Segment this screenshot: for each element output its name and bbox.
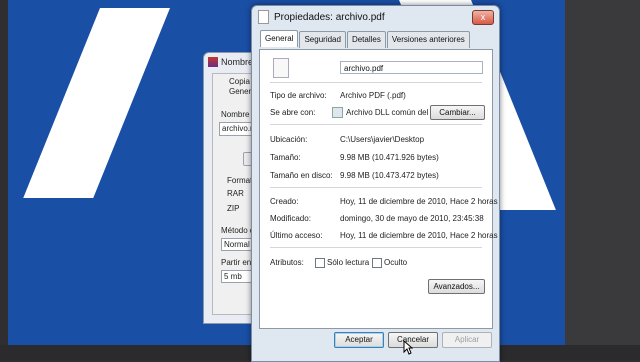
change-button[interactable]: Cambiar... bbox=[430, 105, 485, 120]
cancel-button[interactable]: Cancelar bbox=[388, 332, 438, 348]
hidden-checkbox[interactable] bbox=[372, 258, 382, 268]
readonly-checkbox[interactable] bbox=[315, 258, 325, 268]
archive-split-value: 5 mb bbox=[224, 272, 242, 281]
attributes-label: Atributos: bbox=[270, 258, 304, 267]
disk-size-label: Tamaño en disco: bbox=[270, 171, 333, 180]
hidden-label[interactable]: Oculto bbox=[384, 258, 407, 267]
opens-with-value: Archivo DLL común del bbox=[346, 108, 429, 117]
advanced-button[interactable]: Avanzados... bbox=[428, 279, 485, 294]
readonly-label[interactable]: Sólo lectura bbox=[327, 258, 369, 267]
general-tab-panel: archivo.pdf Tipo de archivo: Archivo PDF… bbox=[259, 49, 498, 329]
opens-with-label: Se abre con: bbox=[270, 108, 316, 117]
last-accessed-label: Último acceso: bbox=[270, 231, 323, 240]
archive-split-label: Partir en bbox=[221, 258, 252, 267]
modified-value: domingo, 30 de mayo de 2010, 23:45:38 bbox=[340, 214, 484, 223]
archive-format-zip[interactable]: ZIP bbox=[227, 204, 239, 213]
close-button[interactable]: x bbox=[472, 10, 494, 25]
divider bbox=[270, 82, 482, 83]
archive-tab-copy[interactable]: Copia bbox=[229, 77, 250, 86]
archive-dialog-title: Nombre bbox=[221, 57, 254, 67]
tab-general[interactable]: General bbox=[260, 30, 299, 47]
file-name-input[interactable]: archivo.pdf bbox=[340, 61, 483, 74]
archive-format-rar[interactable]: RAR bbox=[227, 189, 244, 198]
location-label: Ubicación: bbox=[270, 135, 308, 144]
disk-size-value: 9.98 MB (10.473.472 bytes) bbox=[340, 171, 439, 180]
document-icon bbox=[258, 10, 269, 24]
archive-method-label: Método d bbox=[221, 226, 255, 235]
tab-details[interactable]: Detalles bbox=[346, 31, 386, 48]
divider bbox=[270, 124, 482, 125]
tab-previous-versions[interactable]: Versiones anteriores bbox=[386, 31, 470, 48]
modified-label: Modificado: bbox=[270, 214, 311, 223]
created-label: Creado: bbox=[270, 197, 299, 206]
tab-bar: General Seguridad Detalles Versiones ant… bbox=[260, 30, 470, 48]
dialog-footer: Aceptar Cancelar Aplicar bbox=[252, 328, 499, 361]
mouse-cursor-icon bbox=[403, 340, 413, 355]
tab-security[interactable]: Seguridad bbox=[299, 31, 346, 48]
application-icon bbox=[332, 107, 343, 118]
winrar-icon bbox=[208, 57, 218, 67]
archive-name-value: archivo.r bbox=[222, 124, 253, 133]
file-type-value: Archivo PDF (.pdf) bbox=[340, 91, 406, 100]
divider bbox=[270, 247, 482, 248]
created-value: Hoy, 11 de diciembre de 2010, Hace 2 hor… bbox=[340, 197, 498, 206]
archive-method-value: Normal bbox=[224, 240, 250, 249]
properties-titlebar[interactable]: Propiedades: archivo.pdf bbox=[252, 6, 499, 28]
last-accessed-value: Hoy, 11 de diciembre de 2010, Hace 2 hor… bbox=[340, 231, 498, 240]
pdf-file-icon bbox=[273, 58, 289, 78]
apply-button[interactable]: Aplicar bbox=[442, 332, 492, 348]
accept-button[interactable]: Aceptar bbox=[334, 332, 384, 348]
size-label: Tamaño: bbox=[270, 153, 301, 162]
size-value: 9.98 MB (10.471.926 bytes) bbox=[340, 153, 439, 162]
properties-window[interactable]: Propiedades: archivo.pdf x General Segur… bbox=[251, 5, 500, 362]
file-type-label: Tipo de archivo: bbox=[270, 91, 327, 100]
location-value: C:\Users\javier\Desktop bbox=[340, 135, 425, 144]
divider bbox=[270, 187, 482, 188]
wallpaper-dark-right bbox=[565, 0, 640, 360]
window-title: Propiedades: archivo.pdf bbox=[274, 11, 385, 23]
